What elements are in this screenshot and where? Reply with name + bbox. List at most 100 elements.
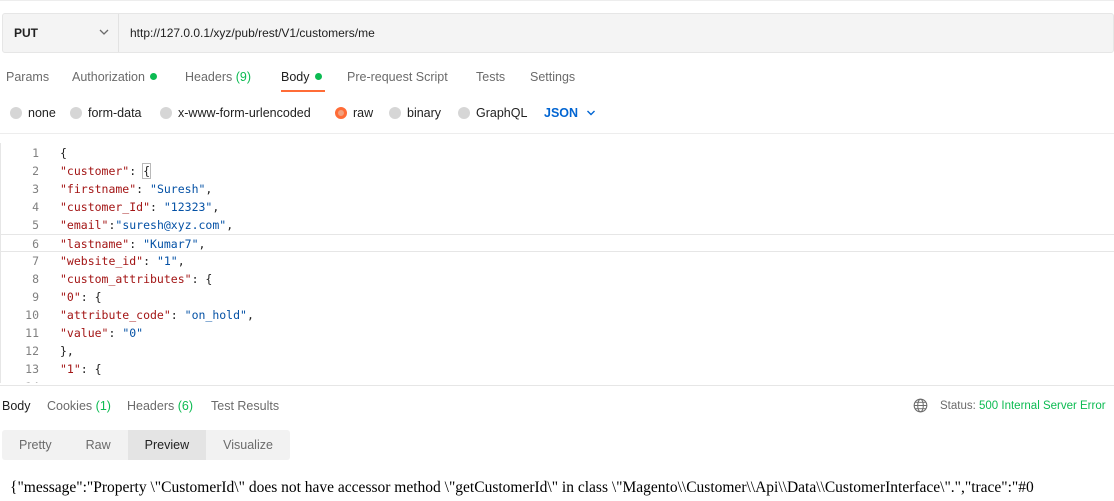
url-input[interactable]: http://127.0.0.1/xyz/pub/rest/V1/custome…: [130, 26, 375, 40]
json-punctuation: {: [60, 146, 67, 160]
response-headers-count: (6): [177, 399, 194, 413]
code-text: "email":"suresh@xyz.com",: [60, 216, 233, 234]
radio-urlencoded[interactable]: x-www-form-urlencoded: [160, 106, 311, 120]
view-mode-selector: Pretty Raw Preview Visualize: [2, 430, 290, 460]
tab-settings[interactable]: Settings: [530, 70, 575, 84]
request-url-bar: PUT http://127.0.0.1/xyz/pub/rest/V1/cus…: [2, 13, 1114, 53]
editor-line[interactable]: 6 "lastname": "Kumar7",: [0, 234, 1114, 252]
line-number: 13: [25, 362, 39, 376]
editor-line[interactable]: 12},: [0, 342, 1114, 360]
tab-tests[interactable]: Tests: [476, 70, 505, 84]
response-tab-test-results[interactable]: Test Results: [211, 399, 279, 413]
format-label: JSON: [544, 106, 579, 120]
json-punctuation: ,: [205, 182, 213, 196]
line-number: 12: [25, 344, 39, 358]
radio-form-data-label: form-data: [88, 106, 142, 120]
radio-raw-label: raw: [353, 106, 374, 120]
code-text: "custom_attributes": {: [60, 270, 212, 288]
cookies-count: (1): [95, 399, 111, 413]
code-text: {: [60, 144, 67, 162]
editor-line[interactable]: 7 "website_id": "1",: [0, 252, 1114, 270]
radio-circle-icon: [458, 107, 470, 119]
line-number: 14: [0, 378, 39, 383]
line-number: 10: [25, 308, 39, 322]
editor-line[interactable]: 11 "value": "0": [0, 324, 1114, 342]
json-key: "website_id": [60, 254, 144, 268]
editor-line[interactable]: 2 "customer": {: [0, 162, 1114, 180]
chevron-down-icon: [587, 110, 596, 116]
editor-line[interactable]: 3 "firstname": "Suresh",: [0, 180, 1114, 198]
code-text: "0": {: [60, 288, 102, 306]
response-tab-headers-label: Headers: [127, 399, 175, 413]
json-string: "Suresh": [150, 182, 206, 196]
request-body-editor[interactable]: 1{ 2 "customer": {3 "firstname": "Suresh", 4…: [0, 144, 1114, 383]
line-number: 9: [32, 290, 39, 304]
json-key: "attribute_code": [60, 308, 171, 322]
json-key: "custom_attributes": [60, 272, 192, 286]
chevron-down-icon: [99, 29, 109, 35]
json-punctuation: :: [170, 308, 185, 322]
globe-icon[interactable]: [913, 398, 928, 413]
tab-headers[interactable]: Headers (9): [185, 70, 251, 84]
tab-params[interactable]: Params: [6, 70, 49, 84]
view-raw-button[interactable]: Raw: [69, 430, 128, 460]
radio-circle-icon: [389, 107, 401, 119]
json-key: "0": [60, 290, 81, 304]
status-code[interactable]: 500 Internal Server Error: [979, 400, 1106, 412]
editor-line[interactable]: 1{: [0, 144, 1114, 162]
code-text: "customer": {: [60, 162, 152, 180]
editor-line[interactable]: 10 "attribute_code": "on_hold",: [0, 306, 1114, 324]
json-punctuation: :: [108, 326, 123, 340]
code-text: "1": {: [60, 360, 102, 378]
status-dot-icon: [314, 73, 322, 81]
json-punctuation: : {: [191, 272, 213, 286]
tab-body-label: Body: [281, 70, 310, 84]
json-punctuation: ,: [226, 218, 234, 232]
tab-body[interactable]: Body: [281, 70, 322, 84]
radio-urlencoded-label: x-www-form-urlencoded: [178, 106, 311, 120]
json-punctuation: ,: [198, 237, 206, 251]
editor-line[interactable]: 14: [0, 378, 1114, 383]
view-preview-button[interactable]: Preview: [127, 430, 207, 460]
json-key: "email": [60, 218, 109, 232]
view-pretty-button[interactable]: Pretty: [2, 430, 69, 460]
radio-graphql[interactable]: GraphQL: [458, 106, 527, 120]
view-visualize-button[interactable]: Visualize: [206, 430, 290, 460]
radio-circle-icon: [160, 107, 172, 119]
method-selector[interactable]: PUT: [3, 14, 119, 52]
pane-divider[interactable]: [0, 385, 1114, 386]
code-text: "attribute_code": "on_hold",: [60, 306, 254, 324]
editor-line[interactable]: 13 "1": {: [0, 360, 1114, 378]
line-number: 11: [25, 326, 39, 340]
radio-none[interactable]: none: [10, 106, 56, 120]
json-punctuation: :: [150, 200, 164, 214]
json-punctuation: :: [143, 254, 157, 268]
matched-bracket: {: [142, 163, 152, 179]
editor-line[interactable]: 9 "0": {: [0, 288, 1114, 306]
json-string: "0": [122, 326, 144, 340]
radio-form-data[interactable]: form-data: [70, 106, 142, 120]
editor-line[interactable]: 4 "customer_Id": "12323",: [0, 198, 1114, 216]
radio-raw[interactable]: raw: [335, 106, 373, 120]
radio-binary[interactable]: binary: [389, 106, 441, 120]
editor-top-border: [0, 133, 1114, 134]
json-punctuation: ,: [212, 200, 220, 214]
format-dropdown[interactable]: JSON: [544, 106, 596, 120]
line-number: 6: [32, 237, 39, 251]
json-punctuation: ,: [246, 308, 254, 322]
editor-line[interactable]: 5 "email":"suresh@xyz.com",: [0, 216, 1114, 234]
radio-circle-icon: [10, 107, 22, 119]
radio-graphql-label: GraphQL: [476, 106, 528, 120]
response-preview-text: {"message":"Property \"CustomerId\" does…: [10, 479, 1034, 496]
code-text: "customer_Id": "12323",: [60, 198, 219, 216]
code-text: "firstname": "Suresh",: [60, 180, 212, 198]
response-tab-headers[interactable]: Headers (6): [127, 399, 193, 413]
response-tab-cookies[interactable]: Cookies (1): [47, 399, 111, 413]
json-punctuation: ,: [177, 254, 185, 268]
response-tab-body[interactable]: Body: [2, 399, 31, 413]
editor-line[interactable]: 8 "custom_attributes": {: [0, 270, 1114, 288]
line-number: 2: [32, 164, 39, 178]
tab-authorization[interactable]: Authorization: [72, 70, 157, 84]
tab-pre-request-script[interactable]: Pre-request Script: [347, 70, 448, 84]
json-punctuation: : {: [80, 290, 102, 304]
